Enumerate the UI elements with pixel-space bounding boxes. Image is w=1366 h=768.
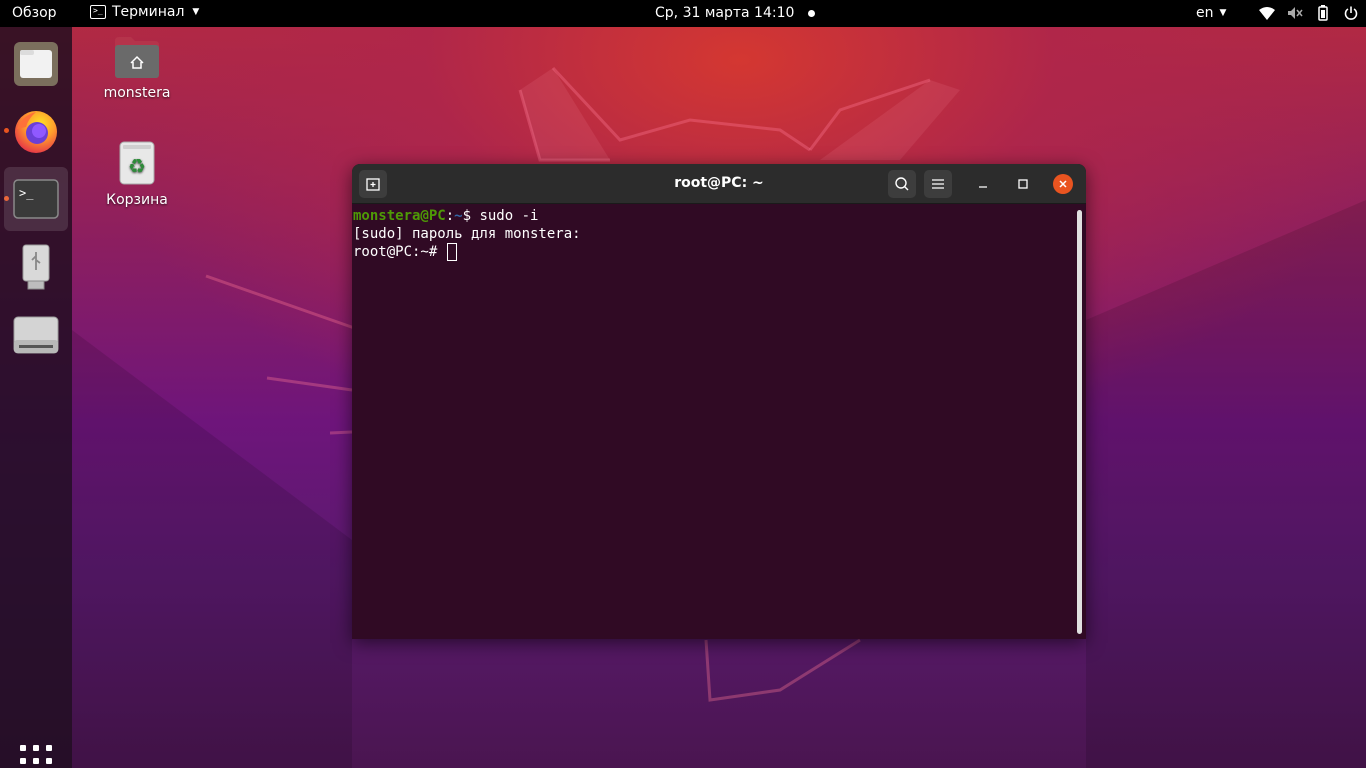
- terminal-output[interactable]: monstera@PC:~$ sudo -i [sudo] пароль для…: [353, 207, 1075, 637]
- dock-disk-drive[interactable]: [4, 303, 68, 367]
- scrollbar[interactable]: [1077, 210, 1082, 634]
- maximize-button[interactable]: [1013, 174, 1033, 194]
- home-folder-icon: [115, 37, 159, 78]
- battery-icon: [1314, 5, 1332, 21]
- search-icon: [895, 177, 909, 191]
- close-icon: [1053, 174, 1073, 194]
- disk-drive-icon: [13, 316, 59, 354]
- volume-muted-icon: [1286, 5, 1304, 21]
- prompt-user: monstera@PC: [353, 208, 446, 224]
- search-button[interactable]: [888, 170, 916, 198]
- prompt-symbol: $: [462, 208, 480, 224]
- dock: >_: [0, 27, 72, 768]
- window-header[interactable]: root@PC: ~: [352, 164, 1086, 204]
- dock-usb-drive[interactable]: [4, 235, 68, 299]
- app-menu-label: Терминал: [112, 4, 185, 20]
- keyboard-layout-button[interactable]: en ▼: [1196, 5, 1226, 21]
- terminal-line: root@PC:~#: [353, 243, 1075, 261]
- terminal-app-icon: >_: [90, 5, 106, 19]
- activities-button[interactable]: Обзор: [12, 5, 57, 21]
- chevron-down-icon: ▼: [192, 7, 200, 17]
- terminal-line: [sudo] пароль для monstera:: [353, 226, 581, 242]
- show-applications-button[interactable]: [20, 745, 52, 768]
- maximize-icon: [1018, 179, 1028, 189]
- top-bar: Обзор >_ Терминал ▼ Ср, 31 марта 14:10 e…: [0, 0, 1366, 27]
- desktop-icon-label: monstera: [103, 85, 171, 101]
- system-tray[interactable]: ▼: [1258, 5, 1366, 21]
- command-text: sudo -i: [479, 208, 539, 224]
- notification-dot-icon: [808, 9, 816, 17]
- menu-button[interactable]: [924, 170, 952, 198]
- files-icon: [14, 42, 58, 86]
- terminal-icon: >_: [13, 179, 59, 219]
- dock-files[interactable]: [4, 32, 68, 96]
- prompt-path: ~: [454, 208, 463, 224]
- desktop-icon-home[interactable]: monstera: [101, 35, 173, 101]
- prompt-separator: :: [445, 208, 455, 224]
- firefox-icon: [15, 111, 57, 153]
- chevron-down-icon: ▼: [1219, 8, 1227, 18]
- trash-icon: ♻: [119, 141, 155, 185]
- hamburger-menu-icon: [932, 179, 944, 189]
- terminal-window[interactable]: root@PC: ~ monstera@PC:~$ sudo -i [sudo]…: [352, 164, 1086, 639]
- dock-firefox[interactable]: [4, 99, 68, 163]
- svg-text:♻: ♻: [128, 154, 146, 178]
- power-icon: [1342, 5, 1360, 21]
- root-prompt: root@PC:~#: [353, 244, 446, 260]
- keyboard-layout-label: en: [1196, 5, 1214, 21]
- text-cursor: [446, 243, 457, 261]
- desktop-icon-label: Корзина: [106, 192, 168, 208]
- clock-button[interactable]: Ср, 31 марта 14:10: [655, 5, 816, 21]
- clock-label: Ср, 31 марта 14:10: [655, 5, 795, 21]
- minimize-button[interactable]: [973, 174, 993, 194]
- dock-terminal[interactable]: >_: [4, 167, 68, 231]
- app-menu[interactable]: >_ Терминал ▼: [90, 4, 199, 20]
- usb-drive-icon: [22, 244, 50, 290]
- desktop-icon-trash[interactable]: ♻ Корзина: [101, 140, 173, 208]
- svg-text:>_: >_: [19, 186, 34, 200]
- wifi-icon: [1258, 5, 1276, 21]
- terminal-line: monstera@PC:~$ sudo -i: [353, 207, 1075, 225]
- minimize-icon: [979, 186, 987, 188]
- close-button[interactable]: [1053, 174, 1073, 194]
